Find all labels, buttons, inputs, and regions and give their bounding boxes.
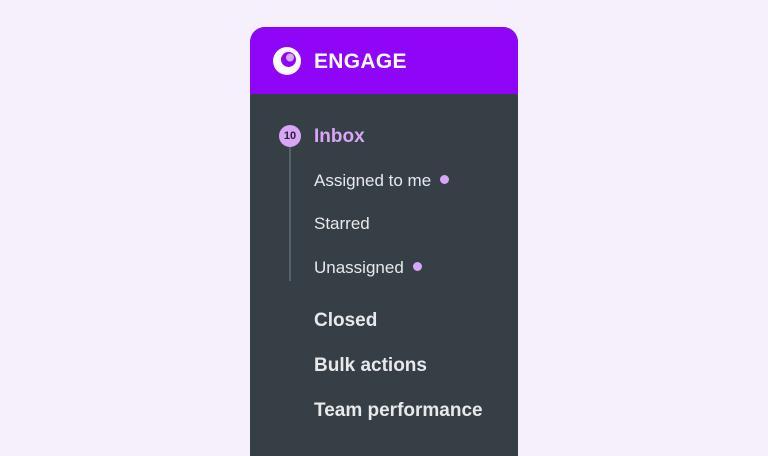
inbox-count-badge: 10: [279, 125, 301, 147]
sidebar-item-label: Assigned to me: [314, 171, 432, 190]
sidebar-subitem-assigned-to-me[interactable]: Assigned to me: [314, 171, 450, 191]
sidebar-panel: ENGAGE 10 Inbox Assigned to me Starred U…: [250, 27, 518, 456]
sidebar-item-label: Inbox: [314, 126, 365, 147]
engage-logo-icon: [273, 47, 301, 75]
sidebar-item-inbox[interactable]: Inbox: [314, 126, 365, 148]
sidebar-item-closed[interactable]: Closed: [314, 310, 377, 332]
sidebar-item-label: Closed: [314, 310, 378, 331]
sidebar-item-label: Starred: [314, 214, 370, 233]
sidebar-item-label: Team performance: [314, 400, 483, 421]
sidebar-item-label: Bulk actions: [314, 355, 427, 376]
inbox-tree-line: [289, 147, 291, 281]
sidebar-subitem-starred[interactable]: Starred: [314, 214, 370, 234]
sidebar-header: ENGAGE: [250, 27, 518, 94]
sidebar-item-label: Unassigned: [314, 258, 404, 277]
sidebar-item-bulk-actions[interactable]: Bulk actions: [314, 355, 427, 377]
unread-dot-icon: [412, 262, 422, 271]
unread-dot-icon: [440, 175, 450, 184]
sidebar-subitem-unassigned[interactable]: Unassigned: [314, 258, 422, 278]
brand-title: ENGAGE: [314, 50, 407, 73]
sidebar-item-team-performance[interactable]: Team performance: [314, 400, 483, 422]
